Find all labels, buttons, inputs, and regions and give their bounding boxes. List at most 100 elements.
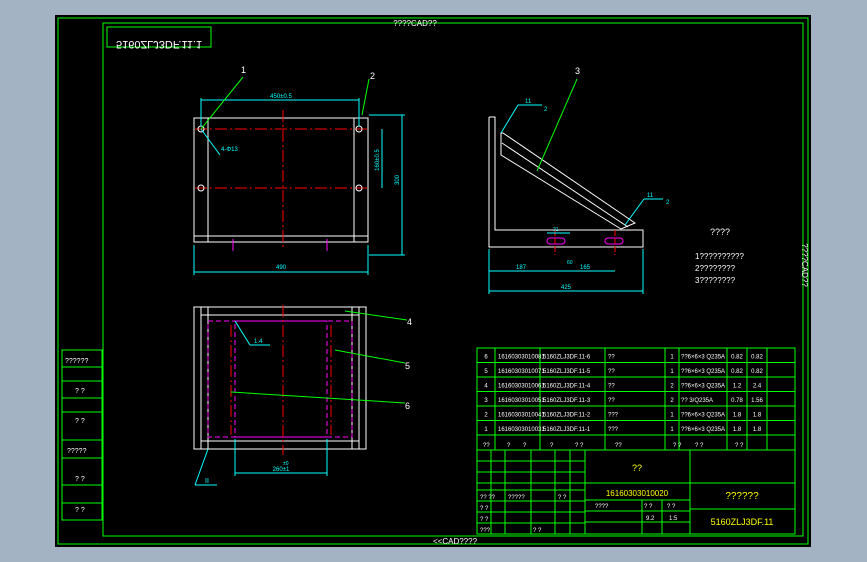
bom-cell-no: 4	[484, 384, 488, 390]
weld-lower-2: 2	[666, 200, 670, 206]
tb-left-cell: ? ?	[480, 517, 489, 523]
mirrored-code: 5160ZLJ3DF.11.1	[116, 38, 202, 50]
bom-cell-name: ???	[608, 427, 619, 433]
tb-left-cell: ?????	[508, 495, 525, 501]
bom-cell-qty: 2	[670, 398, 674, 404]
stage-label: ????	[595, 504, 609, 510]
bom-cell-material: ??6×6×3 Q235A	[681, 369, 725, 375]
bom-cell-total_wt: 2.4	[753, 384, 762, 390]
bom-cell-qty: 1	[670, 369, 674, 375]
balloon-6: 6	[405, 401, 410, 411]
bom-cell-drawing: 5160ZLJ3DF.11-4	[543, 384, 591, 390]
bom-cell-no: 6	[484, 355, 488, 361]
dim-mid-small: 60	[567, 260, 573, 266]
bom-cell-name: ??	[608, 369, 615, 375]
bom-cell-qty: 1	[670, 427, 674, 433]
margin-label: ? ?	[75, 507, 85, 514]
bom-cell-unit_wt: 1.8	[733, 413, 742, 419]
weld-lower: 11	[647, 193, 654, 199]
bom-cell-name: ??	[608, 398, 615, 404]
balloon-2: 2	[370, 71, 375, 81]
mass-label: ? ?	[644, 504, 653, 510]
bottom-view-outline	[193, 306, 367, 450]
bom-cell-unit_wt: 1.8	[733, 427, 742, 433]
left-margin-strip: ?????? ? ? ? ? ????? ? ? ? ?	[61, 349, 103, 521]
header-text: ????CAD??	[393, 19, 437, 28]
bom-cell-unit_wt: 0.82	[731, 369, 743, 375]
margin-label: ??????	[65, 358, 88, 365]
side-view-outline	[488, 116, 644, 248]
margin-label: ? ?	[75, 388, 85, 395]
title-block: ?? ?? ????? ? ? ? ? ? ? ??? ? ? ?? 16160…	[476, 449, 796, 535]
bom-cell-total_wt: 0.82	[751, 369, 763, 375]
bom-cell-code: 16160303010031	[498, 427, 545, 433]
bom-header-cell: ??	[483, 443, 490, 449]
side-view: 11 2 11 2 3 21 187 165 60 425	[488, 66, 670, 294]
bom-cell-material: ??6×6×3 Q235A	[681, 427, 725, 433]
top-view: 450±0.5 490 300 160±0.5 4-Φ13 1 2	[193, 65, 405, 275]
drawing-sheet: ????CAD?? <<CAD???? ????CAD?? 5160ZLJ3DF…	[55, 15, 811, 547]
dim-total: 425	[561, 285, 572, 291]
bom-cell-name: ??	[608, 355, 615, 361]
balloon-1: 1	[241, 65, 246, 75]
bom-header-cell: ? ?	[695, 443, 704, 449]
weld-bottom: II	[205, 478, 209, 485]
dim-right-outer: 300	[395, 174, 401, 185]
bom-header-cell: ?	[507, 443, 511, 449]
bom-cell-drawing: 5160ZLJ3DF.11-2	[543, 413, 591, 419]
notes-title: ????	[710, 227, 730, 237]
cad-drawing: ????CAD?? <<CAD???? ????CAD?? 5160ZLJ3DF…	[57, 17, 809, 546]
margin-label: ? ?	[75, 476, 85, 483]
tb-left-cell: ? ?	[533, 528, 542, 534]
note-line: 1??????????	[695, 252, 744, 261]
bom-cell-total_wt: 1.56	[751, 398, 763, 404]
note-line: 3????????	[695, 276, 736, 285]
bottom-view: 4 5 6 1.4 II 260±1 ±0	[193, 305, 412, 486]
bom-cell-no: 5	[484, 369, 488, 375]
bom-cell-qty: 1	[670, 355, 674, 361]
bom-cell-drawing: 5160ZLJ3DF.11-6	[543, 355, 591, 361]
bom-header-cell: ? ?	[735, 443, 744, 449]
technical-notes: ???? 1?????????? 2???????? 3????????	[695, 227, 744, 285]
bom-cell-material: ??6×6×3 Q235A	[681, 413, 725, 419]
footer-text: <<CAD????	[433, 537, 478, 546]
bom-cell-unit_wt: 0.78	[731, 398, 743, 404]
weight: 9.2	[646, 516, 655, 522]
gusset-rib	[500, 132, 637, 230]
right-edge-text: ????CAD??	[800, 243, 809, 287]
margin-label: ?????	[67, 448, 87, 455]
bill-of-materials: 6 161603030100815160ZLJ3DF.11-6?? 1 ??6×6×3…	[476, 347, 796, 451]
bom-cell-total_wt: 0.82	[751, 355, 763, 361]
weld-upper: 11	[525, 99, 532, 105]
dim-small: 21	[553, 227, 559, 233]
dim-bottom-small: ±0	[283, 461, 289, 467]
tb-left-cell: ???	[480, 528, 491, 534]
bom-cell-material: ??6×6×3 Q235A	[681, 384, 725, 390]
bom-cell-drawing: 5160ZLJ3DF.11-3	[543, 398, 591, 404]
dim-bottom-view: 260±1	[273, 467, 290, 473]
dim-right-inner: 160±0.5	[375, 149, 381, 171]
bom-header-cell: ? ?	[673, 443, 682, 449]
sheet-label: ? ?	[667, 504, 676, 510]
bom-header-cell: ? ?	[575, 443, 584, 449]
part-name: ??	[632, 463, 642, 473]
weld-inner: 1.4	[254, 339, 263, 345]
bom-cell-name: ??	[608, 384, 615, 390]
weld-upper-2: 2	[544, 107, 548, 113]
bom-cell-no: 2	[484, 413, 488, 419]
bom-cell-qty: 2	[670, 384, 674, 390]
bom-cell-name: ???	[608, 413, 619, 419]
bom-cell-code: 16160303010061	[498, 384, 545, 390]
balloon-3: 3	[575, 66, 580, 76]
bom-cell-total_wt: 1.8	[753, 427, 762, 433]
bom-cell-code: 16160303010051	[498, 398, 545, 404]
bom-cell-no: 1	[484, 427, 488, 433]
note-line: 2????????	[695, 264, 736, 273]
drawing-no: 5160ZLJ3DF.11	[711, 517, 774, 527]
scale: 1:5	[669, 516, 678, 522]
tb-left-cell: ? ?	[480, 506, 489, 512]
bom-cell-code: 16160303010041	[498, 413, 545, 419]
top-view-outline	[193, 117, 369, 243]
bom-cell-no: 3	[484, 398, 488, 404]
bom-cell-unit_wt: 1.2	[733, 384, 742, 390]
